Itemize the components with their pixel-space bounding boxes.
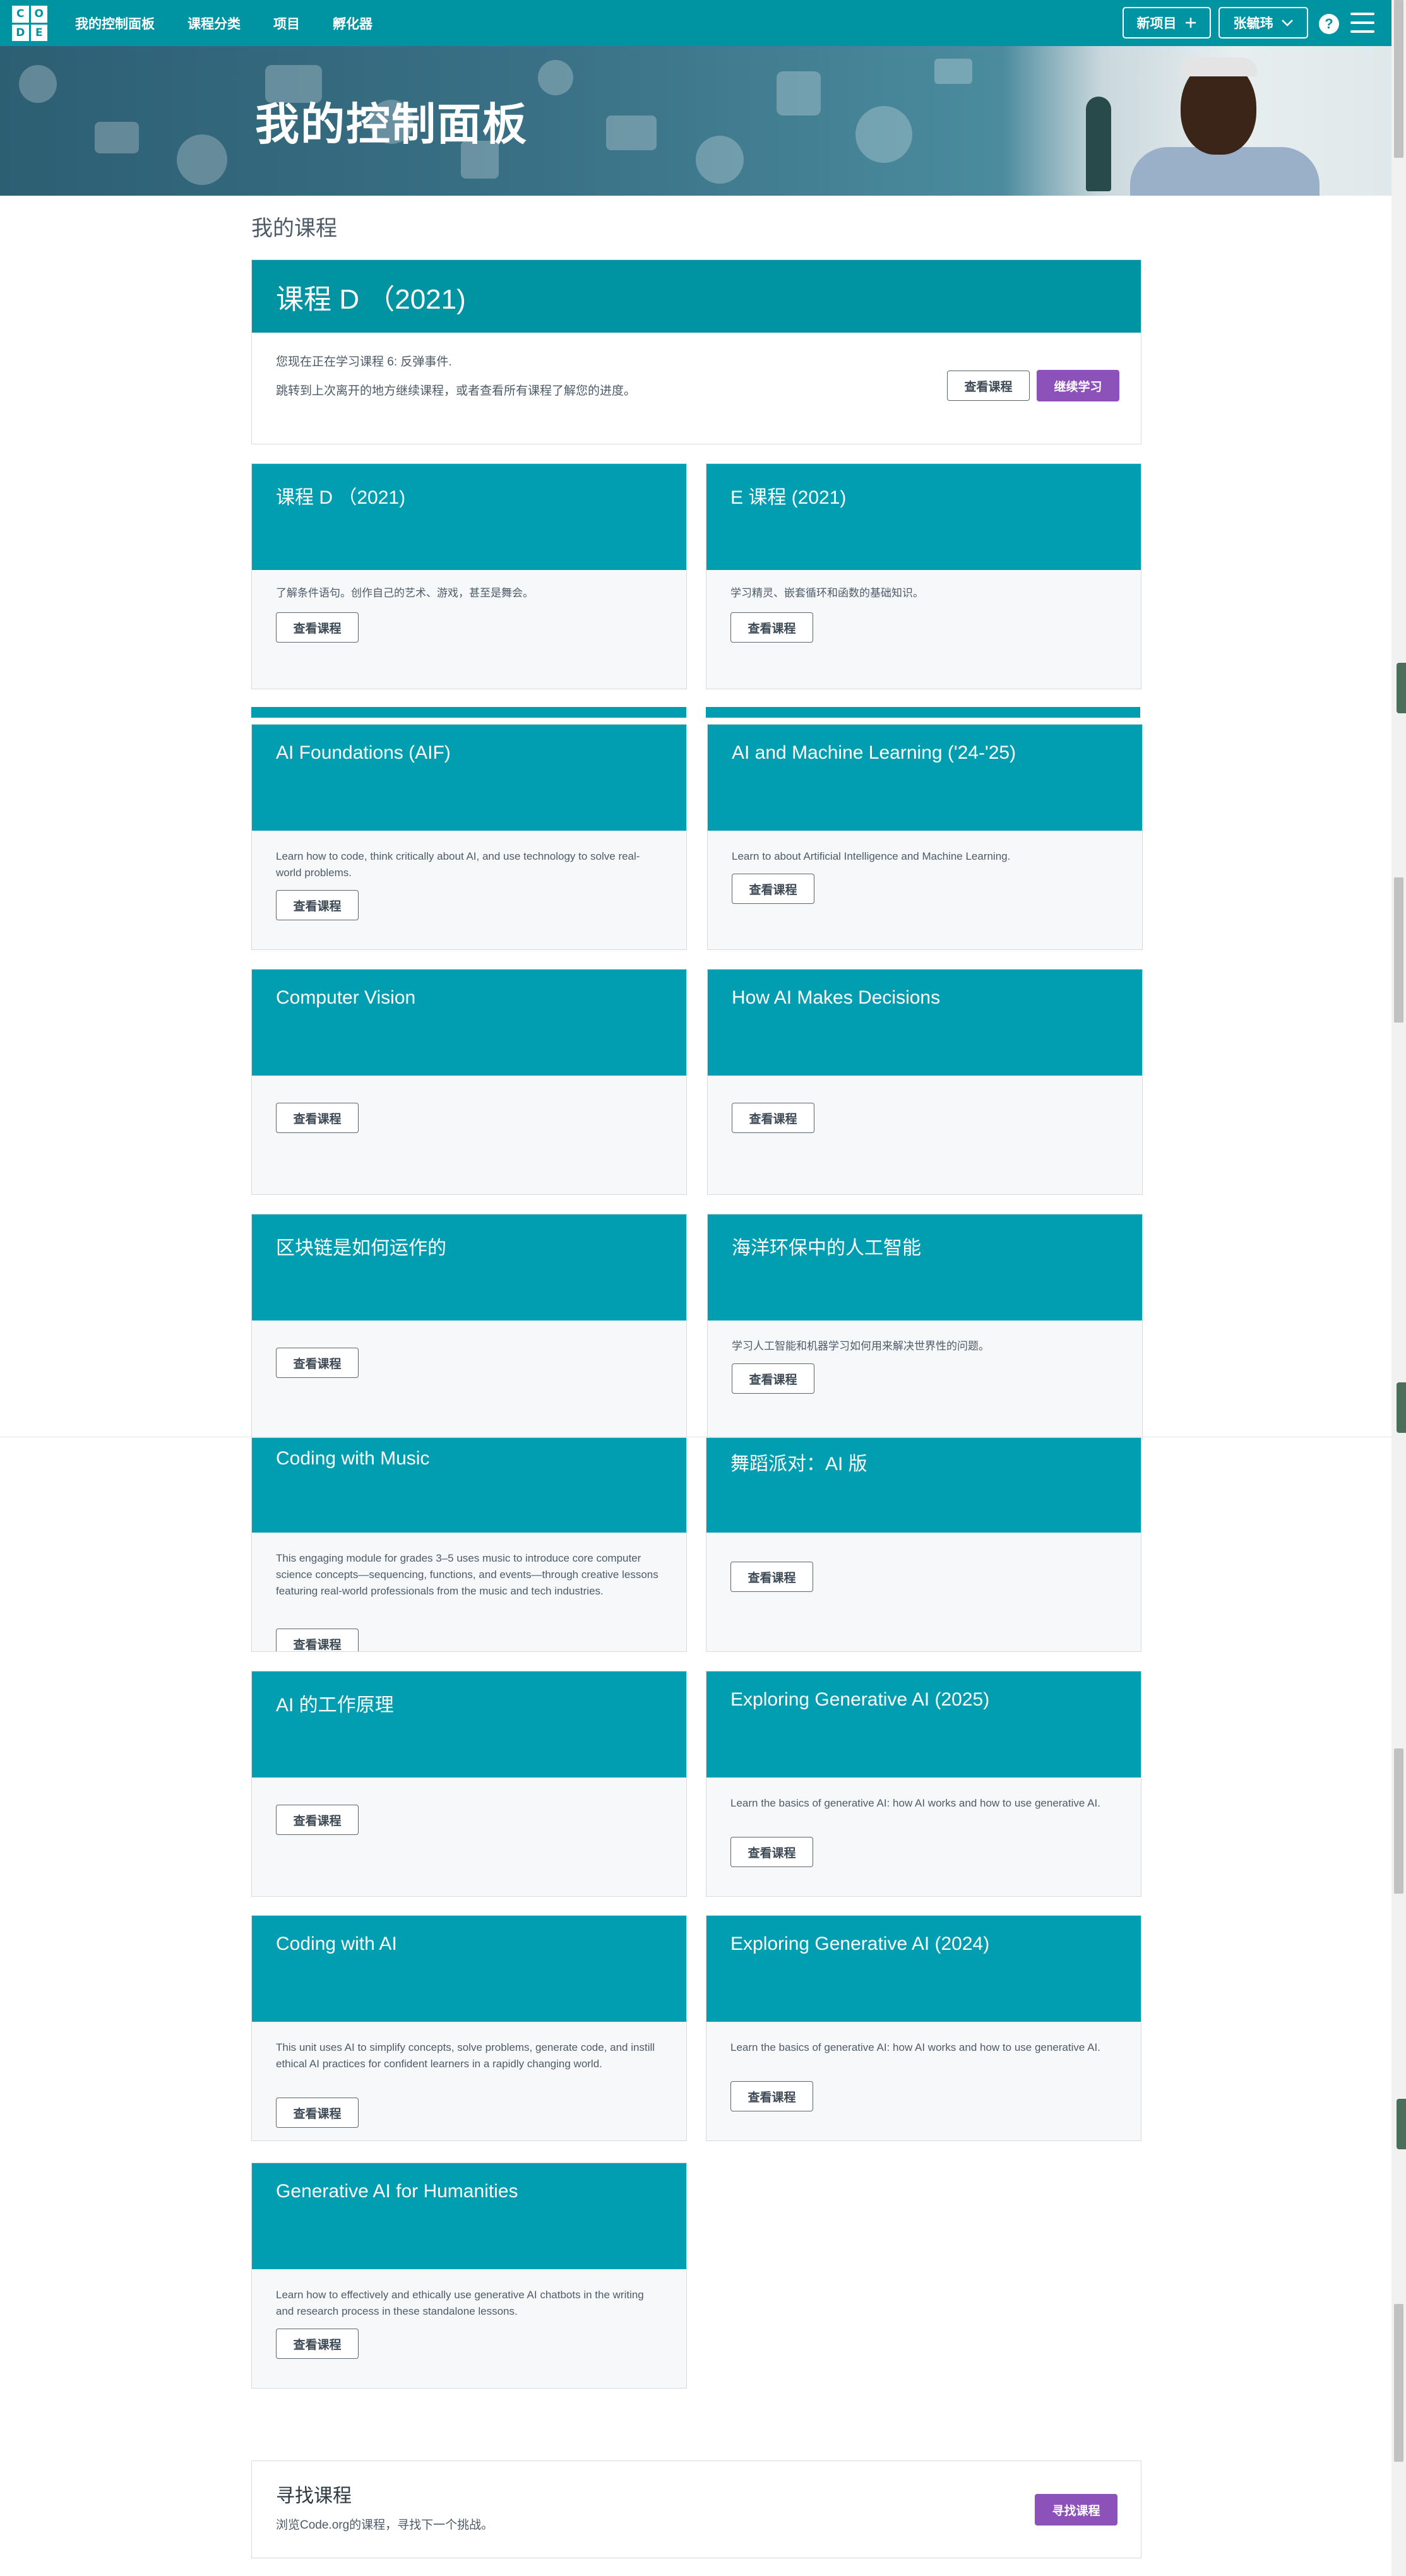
course-card[interactable]: Computer Vision 查看课程	[251, 969, 687, 1195]
card-top-edge	[251, 707, 686, 718]
page-scrollbar[interactable]	[1391, 0, 1406, 2576]
user-name: 张毓玮	[1233, 16, 1273, 31]
continue-learning-button[interactable]: 继续学习	[1037, 370, 1119, 401]
course-card[interactable]: How AI Makes Decisions 查看课程	[707, 969, 1143, 1195]
course-title: AI Foundations (AIF)	[276, 742, 451, 763]
course-description: 了解条件语句。创作自己的艺术、游戏，甚至是舞会。	[276, 587, 533, 599]
view-course-button[interactable]: 查看课程	[730, 1562, 813, 1592]
course-title: Coding with AI	[276, 1933, 397, 1954]
nav-projects[interactable]: 项目	[273, 14, 300, 33]
find-course-card: 寻找课程 浏览Code.org的课程，寻找下一个挑战。 寻找课程	[251, 2460, 1141, 2558]
course-title: E 课程 (2021)	[730, 487, 847, 508]
course-title: AI 的工作原理	[276, 1695, 394, 1716]
course-title: Generative AI for Humanities	[276, 2181, 518, 2202]
scrollbar-thumb[interactable]	[1394, 877, 1403, 1023]
view-course-button[interactable]: 查看课程	[276, 2098, 359, 2128]
course-title: Exploring Generative AI (2024)	[730, 1933, 990, 1954]
logo-letter: D	[12, 24, 29, 41]
course-card[interactable]: 区块链是如何运作的 查看课程	[251, 1214, 687, 1440]
view-course-button[interactable]: 查看课程	[730, 1837, 813, 1867]
scrollbar-thumb[interactable]	[1394, 1748, 1403, 1894]
new-project-button[interactable]: 新项目	[1123, 7, 1211, 39]
new-project-label: 新项目	[1136, 16, 1177, 31]
view-course-button[interactable]: 查看课程	[730, 612, 813, 643]
course-card[interactable]: 舞蹈派对：AI 版 查看课程	[706, 1437, 1141, 1652]
course-title: Computer Vision	[276, 987, 416, 1008]
card-top-edge	[706, 707, 1140, 718]
view-course-button[interactable]: 查看课程	[276, 2329, 359, 2359]
top-nav-bar: C O D E 我的控制面板 课程分类 项目 孵化器 新项目 张毓玮 ?	[0, 0, 1391, 46]
find-course-subtitle: 浏览Code.org的课程，寻找下一个挑战。	[276, 2519, 494, 2532]
view-course-button[interactable]: 查看课程	[276, 1805, 359, 1835]
course-title: 海洋环保中的人工智能	[732, 1238, 921, 1259]
course-description: This engaging module for grades 3–5 uses…	[276, 1552, 658, 1597]
nav-course-catalog[interactable]: 课程分类	[188, 14, 241, 33]
logo-letter: C	[12, 6, 29, 23]
code-org-logo[interactable]: C O D E	[12, 6, 47, 41]
view-course-button[interactable]: 查看课程	[276, 890, 359, 920]
hamburger-menu-icon[interactable]	[1350, 13, 1374, 33]
course-description: Learn how to effectively and ethically u…	[276, 2289, 644, 2317]
scrollbar-thumb[interactable]	[1394, 2304, 1403, 2462]
find-course-title: 寻找课程	[276, 2486, 352, 2507]
current-lesson-text: 您现在正在学习课程 6: 反弹事件.	[276, 355, 452, 369]
chevron-down-icon	[1281, 20, 1293, 27]
nav-my-dashboard[interactable]: 我的控制面板	[75, 14, 155, 33]
view-course-button[interactable]: 查看课程	[732, 1363, 814, 1394]
course-card[interactable]: AI 的工作原理 查看课程	[251, 1671, 687, 1897]
dashboard-banner: 我的控制面板	[0, 46, 1391, 196]
course-card[interactable]: E 课程 (2021) 学习精灵、嵌套循环和函数的基础知识。 查看课程	[706, 463, 1141, 689]
course-title: 舞蹈派对：AI 版	[730, 1454, 867, 1475]
current-course-header: 课程 D （2021)	[252, 260, 1141, 333]
course-title: AI and Machine Learning ('24-'25)	[732, 742, 1016, 763]
my-courses-heading: 我的课程	[251, 217, 337, 240]
side-feedback-tab[interactable]	[1397, 1382, 1406, 1433]
view-course-button[interactable]: 查看课程	[732, 1103, 814, 1133]
view-course-button[interactable]: 查看课程	[276, 1103, 359, 1133]
current-course-card: 课程 D （2021) 您现在正在学习课程 6: 反弹事件. 跳转到上次离开的地…	[251, 259, 1141, 444]
course-description: 学习人工智能和机器学习如何用来解决世界性的问题。	[732, 1340, 989, 1352]
course-description: 学习精灵、嵌套循环和函数的基础知识。	[730, 587, 924, 599]
course-card[interactable]: Exploring Generative AI (2025) Learn the…	[706, 1671, 1141, 1897]
course-card[interactable]: Coding with AI This unit uses AI to simp…	[251, 1915, 687, 2141]
scrollbar-thumb[interactable]	[1394, 0, 1403, 158]
course-card[interactable]: 课程 D （2021) 了解条件语句。创作自己的艺术、游戏，甚至是舞会。 查看课…	[251, 463, 687, 689]
banner-student-photo	[1004, 46, 1391, 196]
course-description: Learn how to code, think critically abou…	[276, 850, 640, 879]
main-nav: 我的控制面板 课程分类 项目 孵化器	[75, 0, 372, 46]
banner-title: 我的控制面板	[255, 100, 528, 149]
nav-incubator[interactable]: 孵化器	[333, 14, 372, 33]
course-title: Exploring Generative AI (2025)	[730, 1689, 990, 1710]
view-course-button[interactable]: 查看课程	[276, 1629, 359, 1651]
view-course-button[interactable]: 查看课程	[276, 1348, 359, 1378]
course-description: Learn the basics of generative AI: how A…	[730, 1797, 1100, 1809]
course-title: Coding with Music	[276, 1448, 430, 1469]
side-feedback-tab[interactable]	[1397, 663, 1406, 713]
course-description: Learn the basics of generative AI: how A…	[730, 2041, 1100, 2053]
course-card[interactable]: 海洋环保中的人工智能 学习人工智能和机器学习如何用来解决世界性的问题。 查看课程	[707, 1214, 1143, 1440]
course-card[interactable]: Coding with Music This engaging module f…	[251, 1437, 687, 1652]
user-menu-button[interactable]: 张毓玮	[1218, 7, 1308, 39]
help-icon[interactable]: ?	[1319, 14, 1339, 34]
course-description: This unit uses AI to simplify concepts, …	[276, 2041, 655, 2070]
view-course-button[interactable]: 查看课程	[947, 371, 1030, 401]
find-course-button[interactable]: 寻找课程	[1035, 2494, 1117, 2526]
course-title: How AI Makes Decisions	[732, 987, 941, 1008]
view-course-button[interactable]: 查看课程	[276, 612, 359, 643]
course-title: 区块链是如何运作的	[276, 1238, 446, 1259]
course-card[interactable]: AI and Machine Learning ('24-'25) Learn …	[707, 724, 1143, 950]
course-card[interactable]: AI Foundations (AIF) Learn how to code, …	[251, 724, 687, 950]
logo-letter: E	[30, 24, 47, 41]
course-card[interactable]: Exploring Generative AI (2024) Learn the…	[706, 1915, 1141, 2141]
logo-letter: O	[30, 6, 47, 23]
course-description: Learn to about Artificial Intelligence a…	[732, 850, 1011, 862]
side-feedback-tab[interactable]	[1397, 2099, 1406, 2149]
course-card[interactable]: Generative AI for Humanities Learn how t…	[251, 2163, 687, 2389]
course-title: 课程 D （2021)	[276, 487, 406, 508]
continue-hint-text: 跳转到上次离开的地方继续课程，或者查看所有课程了解您的进度。	[276, 384, 636, 398]
view-course-button[interactable]: 查看课程	[730, 2081, 813, 2111]
current-course-title: 课程 D （2021)	[276, 284, 466, 315]
view-course-button[interactable]: 查看课程	[732, 874, 814, 904]
plus-icon	[1185, 18, 1196, 28]
